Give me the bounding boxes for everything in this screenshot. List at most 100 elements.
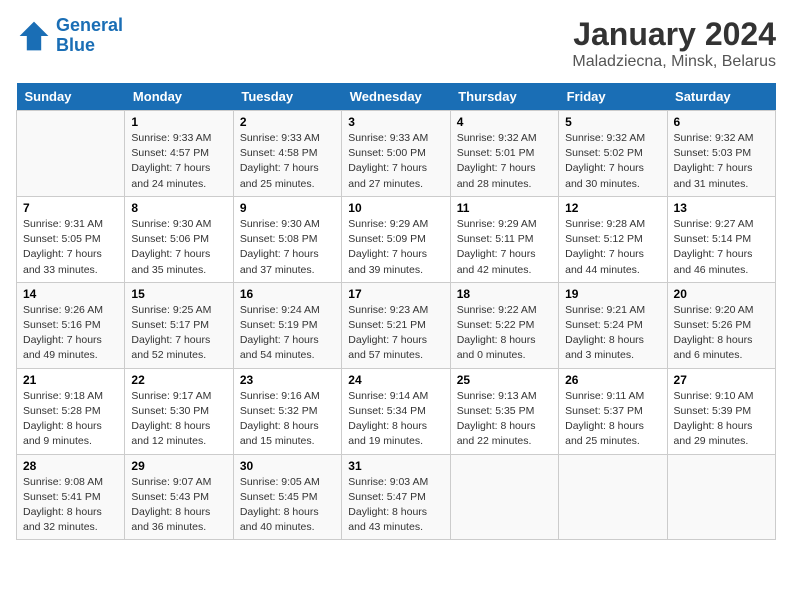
calendar-cell: 7 Sunrise: 9:31 AMSunset: 5:05 PMDaylight…: [17, 196, 125, 282]
calendar-cell: 4 Sunrise: 9:32 AMSunset: 5:01 PMDaylight…: [450, 111, 558, 197]
calendar-body: 1Sunrise: 9:33 AMSunset: 4:57 PMDaylight…: [17, 111, 776, 540]
calendar-table: SundayMondayTuesdayWednesdayThursdayFrid…: [16, 83, 776, 540]
day-detail: Sunrise: 9:08 AMSunset: 5:41 PMDaylight:…: [23, 475, 118, 536]
day-number: 2: [240, 115, 335, 129]
day-detail: Sunrise: 9:21 AMSunset: 5:24 PMDaylight:…: [565, 303, 660, 364]
calendar-cell: 13 Sunrise: 9:27 AMSunset: 5:14 PMDayligh…: [667, 196, 775, 282]
page-header: General Blue January 2024 Maladziecna, M…: [16, 16, 776, 71]
page-title: January 2024: [572, 16, 776, 53]
title-block: January 2024 Maladziecna, Minsk, Belarus: [572, 16, 776, 71]
day-detail: Sunrise: 9:13 AMSunset: 5:35 PMDaylight:…: [457, 389, 552, 450]
day-number: 15: [131, 287, 226, 301]
calendar-cell: 14 Sunrise: 9:26 AMSunset: 5:16 PMDayligh…: [17, 282, 125, 368]
day-detail: Sunrise: 9:11 AMSunset: 5:37 PMDaylight:…: [565, 389, 660, 450]
calendar-cell: 3Sunrise: 9:33 AMSunset: 5:00 PMDaylight…: [342, 111, 450, 197]
day-detail: Sunrise: 9:25 AMSunset: 5:17 PMDaylight:…: [131, 303, 226, 364]
day-number: 26: [565, 373, 660, 387]
header-cell-wednesday: Wednesday: [342, 83, 450, 111]
day-number: 14: [23, 287, 118, 301]
day-detail: Sunrise: 9:30 AMSunset: 5:08 PMDaylight:…: [240, 217, 335, 278]
day-number: 4: [457, 115, 552, 129]
day-detail: Sunrise: 9:07 AMSunset: 5:43 PMDaylight:…: [131, 475, 226, 536]
logo-line2: Blue: [56, 35, 95, 55]
day-detail: Sunrise: 9:14 AMSunset: 5:34 PMDaylight:…: [348, 389, 443, 450]
day-number: 1: [131, 115, 226, 129]
calendar-cell: 21 Sunrise: 9:18 AMSunset: 5:28 PMDayligh…: [17, 368, 125, 454]
day-number: 13: [674, 201, 769, 215]
day-detail: Sunrise: 9:32 AMSunset: 5:03 PMDaylight:…: [674, 131, 769, 192]
calendar-cell: 11Sunrise: 9:29 AMSunset: 5:11 PMDayligh…: [450, 196, 558, 282]
day-detail: Sunrise: 9:30 AMSunset: 5:06 PMDaylight:…: [131, 217, 226, 278]
day-number: 8: [131, 201, 226, 215]
header-cell-friday: Friday: [559, 83, 667, 111]
day-detail: Sunrise: 9:03 AMSunset: 5:47 PMDaylight:…: [348, 475, 443, 536]
day-detail: Sunrise: 9:33 AMSunset: 4:58 PMDaylight:…: [240, 131, 335, 192]
day-detail: Sunrise: 9:31 AMSunset: 5:05 PMDaylight:…: [23, 217, 118, 278]
day-number: 21: [23, 373, 118, 387]
day-detail: Sunrise: 9:22 AMSunset: 5:22 PMDaylight:…: [457, 303, 552, 364]
calendar-cell: 29 Sunrise: 9:07 AMSunset: 5:43 PMDayligh…: [125, 454, 233, 540]
day-detail: Sunrise: 9:26 AMSunset: 5:16 PMDaylight:…: [23, 303, 118, 364]
calendar-cell: 23Sunrise: 9:16 AMSunset: 5:32 PMDayligh…: [233, 368, 341, 454]
logo-line1: General: [56, 15, 123, 35]
day-detail: Sunrise: 9:24 AMSunset: 5:19 PMDaylight:…: [240, 303, 335, 364]
calendar-cell: 27 Sunrise: 9:10 AMSunset: 5:39 PMDayligh…: [667, 368, 775, 454]
calendar-cell: 19 Sunrise: 9:21 AMSunset: 5:24 PMDayligh…: [559, 282, 667, 368]
day-number: 29: [131, 459, 226, 473]
day-detail: Sunrise: 9:27 AMSunset: 5:14 PMDaylight:…: [674, 217, 769, 278]
calendar-week-1: 1Sunrise: 9:33 AMSunset: 4:57 PMDaylight…: [17, 111, 776, 197]
day-number: 10: [348, 201, 443, 215]
day-detail: Sunrise: 9:29 AMSunset: 5:09 PMDaylight:…: [348, 217, 443, 278]
day-detail: Sunrise: 9:23 AMSunset: 5:21 PMDaylight:…: [348, 303, 443, 364]
header-cell-thursday: Thursday: [450, 83, 558, 111]
calendar-cell: [667, 454, 775, 540]
day-number: 7: [23, 201, 118, 215]
day-detail: Sunrise: 9:32 AMSunset: 5:02 PMDaylight:…: [565, 131, 660, 192]
day-detail: Sunrise: 9:17 AMSunset: 5:30 PMDaylight:…: [131, 389, 226, 450]
day-number: 25: [457, 373, 552, 387]
calendar-week-5: 28 Sunrise: 9:08 AMSunset: 5:41 PMDayligh…: [17, 454, 776, 540]
header-cell-saturday: Saturday: [667, 83, 775, 111]
day-number: 20: [674, 287, 769, 301]
calendar-cell: 20Sunrise: 9:20 AMSunset: 5:26 PMDayligh…: [667, 282, 775, 368]
day-number: 11: [457, 201, 552, 215]
header-row: SundayMondayTuesdayWednesdayThursdayFrid…: [17, 83, 776, 111]
day-detail: Sunrise: 9:32 AMSunset: 5:01 PMDaylight:…: [457, 131, 552, 192]
day-number: 3: [348, 115, 443, 129]
day-number: 28: [23, 459, 118, 473]
day-number: 5: [565, 115, 660, 129]
calendar-cell: 15 Sunrise: 9:25 AMSunset: 5:17 PMDayligh…: [125, 282, 233, 368]
day-number: 30: [240, 459, 335, 473]
calendar-cell: [450, 454, 558, 540]
day-number: 12: [565, 201, 660, 215]
calendar-cell: 6Sunrise: 9:32 AMSunset: 5:03 PMDaylight…: [667, 111, 775, 197]
calendar-cell: 30 Sunrise: 9:05 AMSunset: 5:45 PMDayligh…: [233, 454, 341, 540]
calendar-week-2: 7 Sunrise: 9:31 AMSunset: 5:05 PMDaylight…: [17, 196, 776, 282]
calendar-cell: [559, 454, 667, 540]
calendar-week-3: 14 Sunrise: 9:26 AMSunset: 5:16 PMDayligh…: [17, 282, 776, 368]
calendar-cell: [17, 111, 125, 197]
day-number: 19: [565, 287, 660, 301]
day-detail: Sunrise: 9:18 AMSunset: 5:28 PMDaylight:…: [23, 389, 118, 450]
day-number: 27: [674, 373, 769, 387]
calendar-cell: 24Sunrise: 9:14 AMSunset: 5:34 PMDayligh…: [342, 368, 450, 454]
calendar-cell: 5 Sunrise: 9:32 AMSunset: 5:02 PMDaylight…: [559, 111, 667, 197]
page-subtitle: Maladziecna, Minsk, Belarus: [572, 53, 776, 71]
calendar-cell: 18Sunrise: 9:22 AMSunset: 5:22 PMDayligh…: [450, 282, 558, 368]
calendar-cell: 31Sunrise: 9:03 AMSunset: 5:47 PMDayligh…: [342, 454, 450, 540]
calendar-header: SundayMondayTuesdayWednesdayThursdayFrid…: [17, 83, 776, 111]
header-cell-sunday: Sunday: [17, 83, 125, 111]
day-number: 22: [131, 373, 226, 387]
calendar-cell: 1Sunrise: 9:33 AMSunset: 4:57 PMDaylight…: [125, 111, 233, 197]
calendar-cell: 25 Sunrise: 9:13 AMSunset: 5:35 PMDayligh…: [450, 368, 558, 454]
calendar-cell: 9 Sunrise: 9:30 AMSunset: 5:08 PMDaylight…: [233, 196, 341, 282]
day-detail: Sunrise: 9:16 AMSunset: 5:32 PMDaylight:…: [240, 389, 335, 450]
header-cell-tuesday: Tuesday: [233, 83, 341, 111]
calendar-cell: 12 Sunrise: 9:28 AMSunset: 5:12 PMDayligh…: [559, 196, 667, 282]
day-detail: Sunrise: 9:10 AMSunset: 5:39 PMDaylight:…: [674, 389, 769, 450]
day-detail: Sunrise: 9:28 AMSunset: 5:12 PMDaylight:…: [565, 217, 660, 278]
day-detail: Sunrise: 9:05 AMSunset: 5:45 PMDaylight:…: [240, 475, 335, 536]
calendar-cell: 26 Sunrise: 9:11 AMSunset: 5:37 PMDayligh…: [559, 368, 667, 454]
calendar-cell: 22 Sunrise: 9:17 AMSunset: 5:30 PMDayligh…: [125, 368, 233, 454]
day-number: 9: [240, 201, 335, 215]
